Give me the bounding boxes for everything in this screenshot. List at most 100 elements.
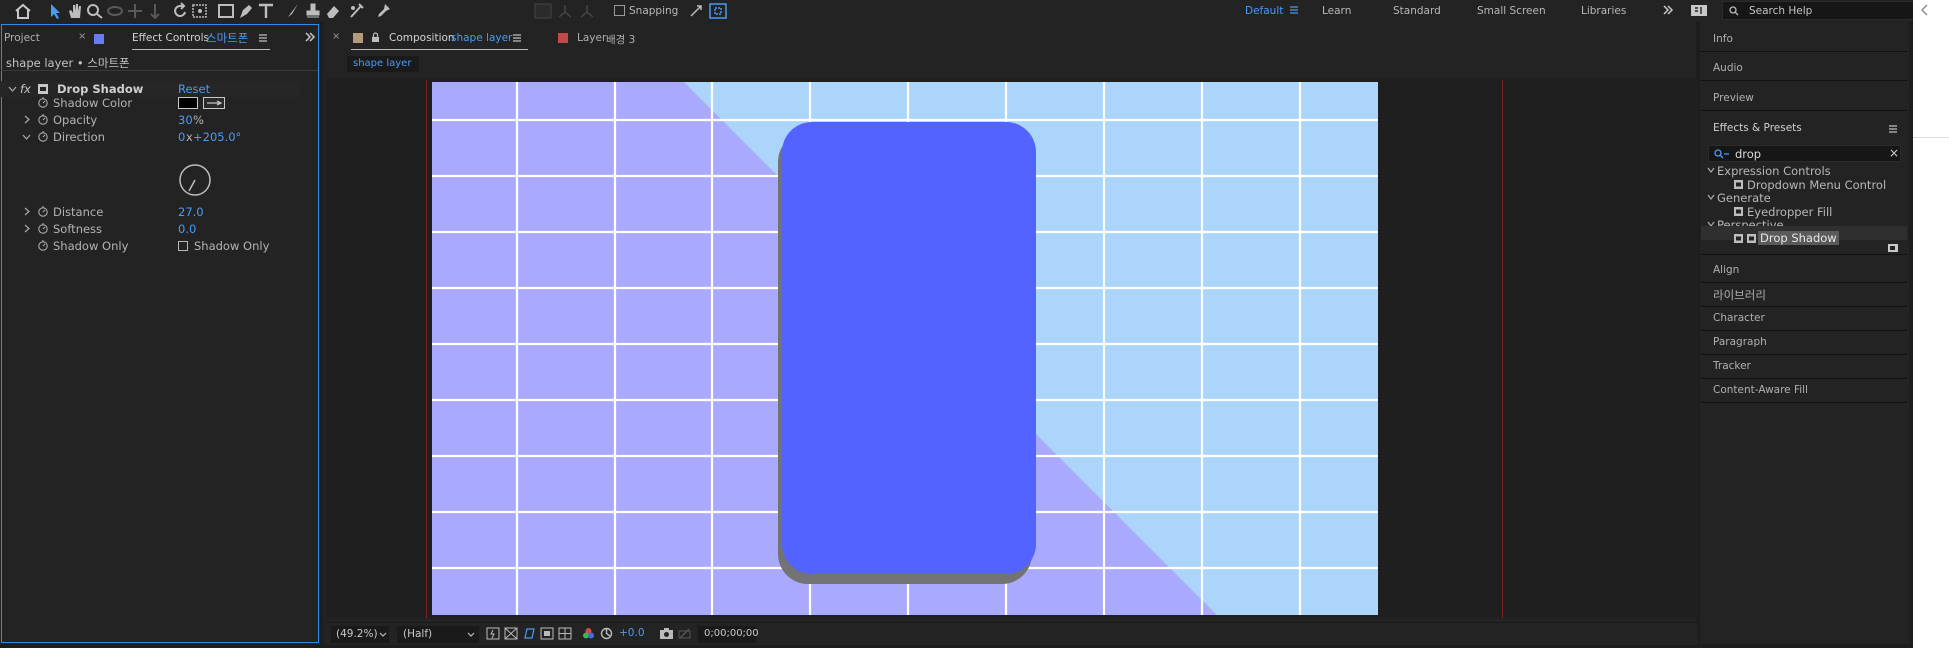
pan-camera-icon[interactable]: [125, 2, 145, 20]
snap-to-edges-icon[interactable]: [708, 2, 728, 20]
tab-layer[interactable]: Layer: [577, 32, 606, 44]
hand-tool-icon[interactable]: [65, 2, 85, 20]
effect-item-dropdown-menu-control[interactable]: Dropdown Menu Control: [1747, 178, 1886, 192]
eyedropper-icon[interactable]: [203, 97, 225, 109]
twirl-closed-icon[interactable]: [22, 115, 31, 124]
axis-mode-local-icon[interactable]: [533, 2, 553, 20]
close-tab-icon[interactable]: ×: [78, 31, 86, 42]
effects-search-field[interactable]: drop ×: [1708, 145, 1901, 162]
panel-character[interactable]: Character: [1713, 312, 1765, 324]
effect-item-eyedropper-fill[interactable]: Eyedropper Fill: [1747, 205, 1832, 219]
panel-menu-icon[interactable]: [258, 33, 268, 43]
twirl-closed-icon[interactable]: [22, 224, 31, 233]
tab-composition[interactable]: Composition: [389, 32, 455, 44]
workspace-small-screen[interactable]: Small Screen: [1477, 5, 1546, 17]
workspace-toggle-icon[interactable]: [1690, 4, 1708, 17]
category-expression-controls[interactable]: Expression Controls: [1717, 164, 1831, 178]
panel-menu-icon[interactable]: [1888, 124, 1898, 134]
panel-info[interactable]: Info: [1713, 33, 1733, 45]
panel-preview[interactable]: Preview: [1713, 92, 1754, 104]
tab-effect-controls-layer[interactable]: 스마트폰: [206, 30, 248, 46]
reset-exposure-icon[interactable]: [600, 627, 613, 640]
direction-revolutions[interactable]: 0: [178, 130, 185, 144]
pen-tool-icon[interactable]: [236, 2, 256, 20]
workspace-menu-icon[interactable]: [1289, 5, 1299, 15]
exposure-value[interactable]: +0.0: [619, 627, 645, 639]
puppet-pin-tool-icon[interactable]: [373, 2, 393, 20]
roto-brush-tool-icon[interactable]: [347, 2, 367, 20]
snapping-options-icon[interactable]: [686, 2, 706, 20]
transparency-grid-icon[interactable]: [504, 627, 518, 640]
panel-tracker[interactable]: Tracker: [1713, 360, 1751, 372]
rotation-tool-icon[interactable]: [170, 2, 190, 20]
selection-tool-icon[interactable]: [45, 2, 65, 20]
rectangle-tool-icon[interactable]: [216, 2, 236, 20]
panel-paragraph[interactable]: Paragraph: [1713, 336, 1767, 348]
mask-visibility-icon[interactable]: [522, 627, 536, 640]
distance-value[interactable]: 27.0: [178, 205, 204, 219]
twirl-closed-icon[interactable]: [22, 207, 31, 216]
stopwatch-icon[interactable]: [37, 239, 49, 251]
twirl-open-icon[interactable]: [22, 132, 31, 141]
composition-viewer[interactable]: [326, 78, 1698, 618]
direction-degrees[interactable]: +205.0°: [193, 130, 241, 144]
shadow-color-swatch[interactable]: [178, 97, 198, 109]
grid-guides-icon[interactable]: [558, 627, 572, 640]
stopwatch-icon[interactable]: [37, 130, 49, 142]
tab-layer-name[interactable]: 배경 3: [606, 32, 635, 47]
twirl-open-icon[interactable]: [1707, 166, 1715, 174]
lock-icon[interactable]: [371, 32, 380, 43]
axis-mode-world-icon[interactable]: [555, 2, 575, 20]
axis-mode-view-icon[interactable]: [577, 2, 597, 20]
new-bin-icon[interactable]: [1887, 242, 1899, 252]
effects-presets-title[interactable]: Effects & Presets: [1713, 122, 1802, 134]
fast-previews-icon[interactable]: [486, 627, 500, 640]
reset-button[interactable]: Reset: [178, 82, 210, 96]
chevron-left-icon[interactable]: [1920, 4, 1930, 16]
tab-effect-controls[interactable]: Effect Controls: [132, 32, 209, 44]
home-icon[interactable]: [13, 2, 33, 20]
composition-canvas[interactable]: [432, 82, 1378, 615]
stopwatch-icon[interactable]: [37, 96, 49, 108]
clone-stamp-tool-icon[interactable]: [303, 2, 323, 20]
region-of-interest-icon[interactable]: [540, 627, 554, 640]
shadow-only-checkbox[interactable]: [178, 241, 188, 251]
clear-search-icon[interactable]: ×: [1889, 146, 1899, 160]
dolly-camera-icon[interactable]: [145, 2, 165, 20]
anchor-point-tool-icon[interactable]: [190, 2, 210, 20]
effect-item-drop-shadow[interactable]: Drop Shadow: [1758, 231, 1839, 245]
stopwatch-icon[interactable]: [37, 205, 49, 217]
brush-tool-icon[interactable]: [283, 2, 303, 20]
flowchart-breadcrumb[interactable]: shape layer: [347, 56, 419, 72]
panel-audio[interactable]: Audio: [1713, 62, 1743, 74]
tab-composition-name[interactable]: shape layer: [451, 32, 512, 44]
panel-libraries[interactable]: 라이브러리: [1713, 287, 1766, 303]
workspace-libraries[interactable]: Libraries: [1581, 5, 1626, 17]
softness-value[interactable]: 0.0: [178, 222, 196, 236]
eraser-tool-icon[interactable]: [323, 2, 343, 20]
color-channels-icon[interactable]: [582, 627, 595, 640]
panel-align[interactable]: Align: [1713, 264, 1739, 276]
twirl-open-icon[interactable]: [1707, 193, 1715, 201]
panel-content-aware-fill[interactable]: Content-Aware Fill: [1713, 384, 1808, 396]
search-help-field[interactable]: Search Help: [1722, 1, 1914, 20]
workspace-standard[interactable]: Standard: [1393, 5, 1441, 17]
workspace-learn[interactable]: Learn: [1322, 5, 1351, 17]
current-time-display[interactable]: 0;00;00;00: [698, 626, 759, 643]
twirl-open-icon[interactable]: [8, 84, 17, 93]
show-snapshot-icon[interactable]: [678, 627, 691, 640]
fx-toggle[interactable]: fx: [20, 82, 31, 96]
resolution-dropdown[interactable]: (Half): [397, 626, 479, 643]
snapshot-camera-icon[interactable]: [659, 627, 674, 640]
category-generate[interactable]: Generate: [1717, 191, 1771, 205]
stopwatch-icon[interactable]: [37, 222, 49, 234]
type-tool-icon[interactable]: [256, 2, 276, 20]
expand-panels-icon[interactable]: [304, 31, 316, 43]
opacity-value[interactable]: 30: [178, 113, 193, 127]
panel-menu-icon[interactable]: [512, 33, 522, 43]
orbit-camera-icon[interactable]: [105, 2, 125, 20]
more-workspaces-icon[interactable]: [1662, 4, 1674, 16]
direction-angle-dial[interactable]: [178, 163, 212, 197]
workspace-default[interactable]: Default: [1245, 5, 1283, 17]
close-tab-icon[interactable]: ×: [332, 31, 340, 42]
